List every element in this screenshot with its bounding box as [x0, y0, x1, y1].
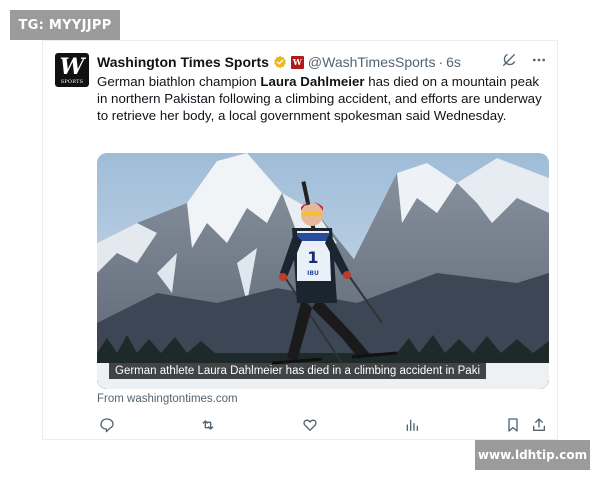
- account-avatar[interactable]: W SPORTS: [55, 53, 89, 87]
- biathlon-photo: 1 IBU: [97, 153, 549, 389]
- avatar-logo-mark: W: [59, 54, 85, 80]
- reply-icon[interactable]: [99, 417, 115, 433]
- views-icon[interactable]: [404, 417, 420, 433]
- link-source[interactable]: From washingtontimes.com: [97, 393, 238, 405]
- watermark-top-label: TG: MYYJJPP: [10, 10, 120, 40]
- header-actions: [501, 52, 547, 68]
- header-separator: ·: [438, 54, 444, 70]
- like-icon[interactable]: [302, 417, 318, 433]
- bib-brand: IBU: [307, 270, 319, 277]
- grok-icon[interactable]: [501, 52, 517, 68]
- media-caption: German athlete Laura Dahlmeier has died …: [109, 363, 487, 379]
- more-icon[interactable]: [531, 52, 547, 68]
- tweet-media-image[interactable]: 1 IBU German athlete Laura Dahlmeier has…: [97, 153, 549, 389]
- tweet-actions: [97, 417, 549, 437]
- tweet-header: Washington Times Sports W @WashTimesSpor…: [97, 52, 547, 72]
- tweet-text: German biathlon champion Laura Dahlmeier…: [97, 73, 547, 124]
- bib-number: 1: [307, 248, 318, 267]
- affiliate-badge-icon: W: [290, 55, 304, 69]
- share-icon[interactable]: [531, 417, 547, 433]
- tweet-time[interactable]: 6s: [446, 54, 461, 70]
- account-name[interactable]: Washington Times Sports: [97, 54, 269, 70]
- watermark-bottom-label: www.ldhtip.com: [475, 440, 590, 470]
- repost-icon[interactable]: [200, 417, 216, 433]
- bookmark-icon[interactable]: [505, 417, 521, 433]
- account-handle[interactable]: @WashTimesSports: [308, 54, 436, 70]
- tweet-card[interactable]: W SPORTS Washington Times Sports W @Wash…: [42, 40, 558, 440]
- tweet-text-before: German biathlon champion: [97, 74, 261, 89]
- verified-badge-icon: [274, 55, 286, 69]
- tweet-text-bold: Laura Dahlmeier: [260, 74, 365, 89]
